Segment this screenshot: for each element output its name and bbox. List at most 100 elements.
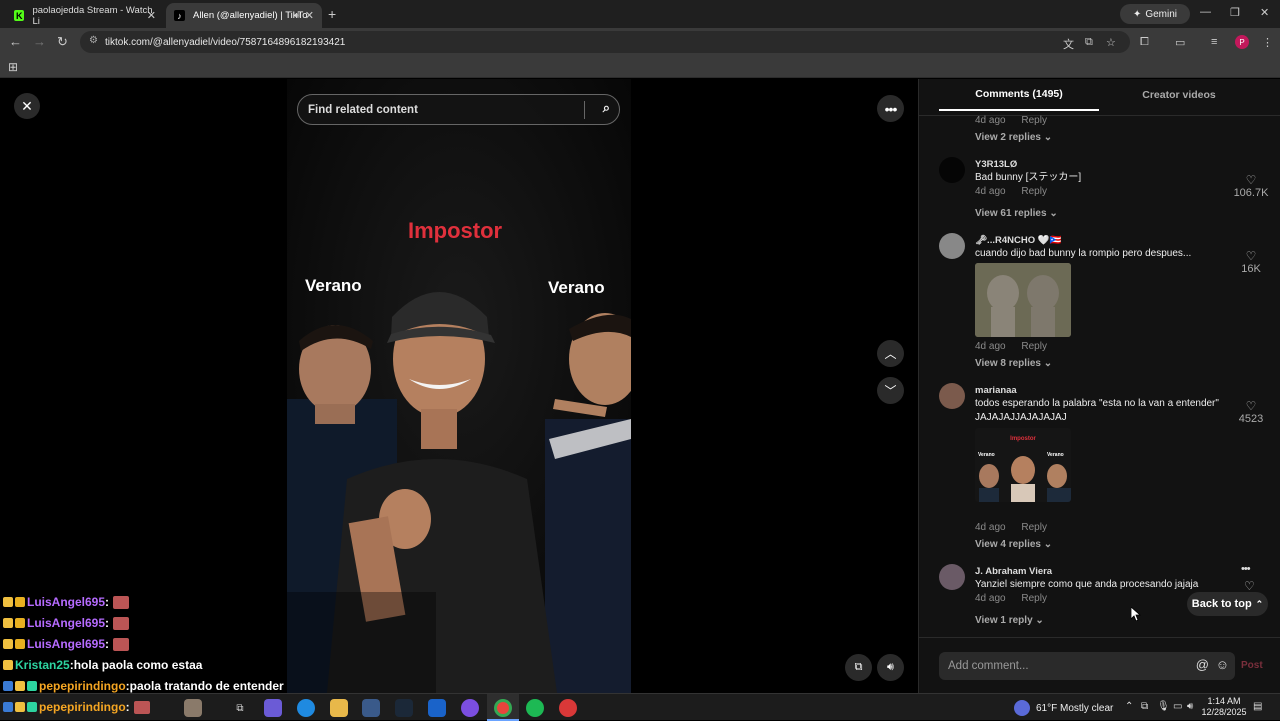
next-video-button[interactable]: ﹀ [877,377,904,404]
tab-tiktok[interactable]: ♪ Allen (@allenyadiel) | TikTo 🔊︎ ✕ [166,3,322,28]
post-button[interactable]: Post [1241,660,1263,671]
avatar[interactable] [939,233,965,259]
translate-icon[interactable]: 文 [1063,36,1074,52]
view-replies-label: View 8 replies [975,358,1041,369]
system-clock[interactable]: 1:14 AM 12/28/2025 [1200,696,1248,718]
network-icon[interactable]: ▭ [1173,701,1182,712]
more-options-button[interactable]: ••• [877,95,904,122]
close-window-icon[interactable]: ✕ [1260,6,1269,19]
chat-username[interactable]: Kristan25 [15,658,70,672]
close-video-button[interactable]: ✕ [14,93,40,119]
copilot-icon[interactable] [264,699,282,717]
install-app-icon[interactable]: ⧉ [1085,36,1093,49]
chat-username[interactable]: LuisAngel695 [27,595,105,609]
weather-widget[interactable]: 61°F Mostly clear [1014,698,1113,718]
tray-app-icon[interactable]: ⧉ [1141,701,1148,712]
close-icon: ✕ [21,97,33,114]
chevron-up-icon[interactable]: ⌃ [1125,701,1133,712]
view-replies-button[interactable]: View 1 reply ⌄ [975,615,1044,626]
store-icon[interactable] [362,699,380,717]
speaker-icon[interactable]: 🔊︎ [294,10,300,21]
like-button[interactable]: ♡ 106.7K [1231,173,1271,199]
comment-username[interactable]: J. Abraham Viera [975,566,1052,577]
comment-image-puppies[interactable] [975,263,1071,337]
media-controls-icon[interactable]: ≡ [1211,36,1217,48]
reload-icon[interactable]: ↻ [57,34,68,50]
view-replies-button[interactable]: View 61 replies ⌄ [975,208,1058,219]
search-input[interactable]: Find related content ⌕ [297,94,620,125]
chat-username[interactable]: LuisAngel695 [27,616,105,630]
reply-button[interactable]: Reply [1021,341,1047,352]
menu-icon[interactable]: ⋮ [1262,36,1273,49]
close-tab-icon[interactable]: ✕ [305,9,314,22]
mention-icon[interactable]: @ [1196,657,1209,672]
avatar[interactable] [939,383,965,409]
profile-avatar[interactable]: P [1235,35,1249,49]
spotify-icon[interactable] [526,699,544,717]
forward-icon[interactable]: → [33,34,46,49]
tab-comments[interactable]: Comments (1495) [939,79,1099,111]
comment-more-icon[interactable]: ••• [1241,563,1251,575]
reply-button[interactable]: Reply [1021,115,1047,126]
obs-icon[interactable] [559,699,577,717]
steam-icon[interactable] [395,699,413,717]
reply-button[interactable]: Reply [1021,522,1047,533]
file-explorer-icon[interactable] [330,699,348,717]
reply-button[interactable]: Reply [1021,593,1047,604]
comment-username[interactable]: Y3R13LØ [975,159,1017,170]
view-replies-button[interactable]: View 8 replies ⌄ [975,358,1052,369]
speaker-icon[interactable]: 🔊︎ [1187,701,1193,712]
address-bar[interactable]: ⚙ tiktok.com/@allenyadiel/video/75871648… [80,31,1130,53]
chat-username[interactable]: LuisAngel695 [27,637,105,651]
chevron-down-icon: ⌄ [1035,615,1044,626]
bookmark-star-icon[interactable]: ☆ [1106,36,1116,49]
chat-username[interactable]: pepepirindingo [39,679,126,693]
comment-username[interactable]: marianaa [975,385,1017,396]
like-button[interactable]: ♡ 4523 [1231,399,1271,425]
comment-username[interactable]: 🗝...R4NCHO 🤍🇵🇷 [975,235,1061,246]
like-button[interactable]: ♡ 16K [1231,249,1271,275]
discord-icon[interactable] [461,699,479,717]
back-icon[interactable]: ← [9,34,22,49]
comment-age: 4d ago [975,115,1006,126]
minimize-icon[interactable]: — [1200,6,1211,18]
app-icon[interactable] [428,699,446,717]
chrome-icon[interactable] [494,699,512,717]
side-panel-icon[interactable]: ▭ [1175,36,1185,49]
view-replies-button[interactable]: View 4 replies ⌄ [975,539,1052,550]
microphone-icon[interactable]: 🎙︎ [1157,701,1170,712]
restore-icon[interactable]: ❐ [1230,6,1240,19]
comment-input[interactable]: Add comment... @ ☺ [939,652,1235,680]
tab-kick-stream[interactable]: K paolaojedda Stream - Watch Li ✕ [6,3,164,28]
view-replies-label: View 1 reply [975,615,1033,626]
new-tab-button[interactable]: + [328,6,336,22]
site-info-icon[interactable]: ⚙ [89,35,98,46]
avatar[interactable] [939,157,965,183]
volume-button[interactable]: 🔊︎ [877,654,904,681]
gemini-button[interactable]: ✦ Gemini [1120,4,1190,24]
search-icon[interactable]: ⌕ [603,100,610,116]
close-tab-icon[interactable]: ✕ [147,9,156,22]
search-placeholder: Find related content [308,103,418,116]
emoji-icon[interactable]: ☺ [1216,657,1229,672]
avatar[interactable] [939,564,965,590]
back-to-top-label: Back to top [1191,598,1252,610]
divider [919,115,1280,116]
back-to-top-button[interactable]: Back to top ⌃ [1187,592,1268,616]
heart-icon[interactable]: ♡ [1244,579,1255,593]
tab-creator-videos[interactable]: Creator videos [1099,79,1259,111]
comment-image-video-still[interactable]: Impostor Verano Verano [975,428,1071,502]
miniplayer-button[interactable]: ⧉ [845,654,872,681]
apps-grid-icon[interactable]: ⊞ [8,60,18,74]
previous-video-button[interactable]: ︿ [877,340,904,367]
comment-text: Bad bunny [ステッカー] [975,172,1082,183]
heart-icon: ♡ [1245,399,1257,413]
task-view-icon[interactable]: ⧉ [231,699,249,717]
view-replies-button[interactable]: View 2 replies ⌄ [975,132,1052,143]
edge-icon[interactable] [297,699,315,717]
chat-username[interactable]: pepepirindingo [39,700,126,714]
taskbar-widget-icon[interactable] [184,699,202,717]
reply-button[interactable]: Reply [1021,186,1047,197]
notifications-icon[interactable]: ▤ [1253,701,1262,712]
extensions-icon[interactable]: ⧠ [1140,36,1149,49]
